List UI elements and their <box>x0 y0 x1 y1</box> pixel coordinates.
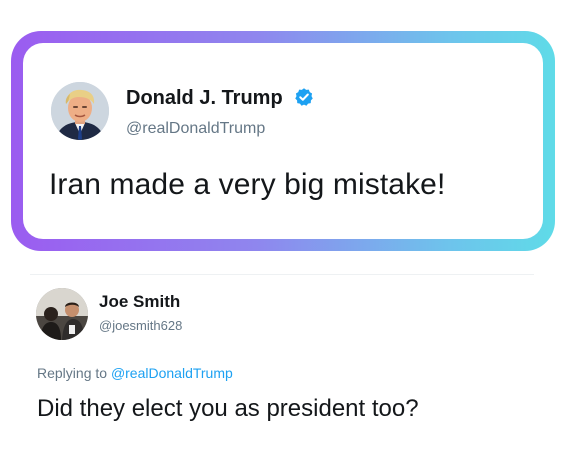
divider <box>30 274 534 275</box>
replying-to-line: Replying to @realDonaldTrump <box>37 365 233 381</box>
replying-to-mention-link[interactable]: @realDonaldTrump <box>111 365 233 381</box>
avatar[interactable] <box>36 288 88 340</box>
avatar[interactable] <box>51 82 109 140</box>
reply-tweet[interactable]: Joe Smith @joesmith628 Replying to @real… <box>0 264 564 466</box>
reply-text: Did they elect you as president too? <box>37 395 419 422</box>
screenshot-page: Donald J. Trump @realDonaldTrump Iran ma… <box>0 0 564 466</box>
replying-to-prefix: Replying to <box>37 365 111 381</box>
profile-photo-icon <box>36 288 88 340</box>
tweet-card[interactable]: Donald J. Trump @realDonaldTrump Iran ma… <box>23 43 543 239</box>
tweet-author-handle[interactable]: @realDonaldTrump <box>126 120 265 138</box>
reply-author-handle[interactable]: @joesmith628 <box>99 318 182 333</box>
verified-badge-icon <box>295 88 313 106</box>
profile-photo-icon <box>51 82 109 140</box>
highlight-frame: Donald J. Trump @realDonaldTrump Iran ma… <box>11 31 555 251</box>
tweet-text: Iran made a very big mistake! <box>49 168 446 201</box>
author-name-text: Donald J. Trump <box>126 87 283 109</box>
reply-author-name[interactable]: Joe Smith <box>99 292 180 312</box>
tweet-author-name[interactable]: Donald J. Trump <box>126 87 314 110</box>
